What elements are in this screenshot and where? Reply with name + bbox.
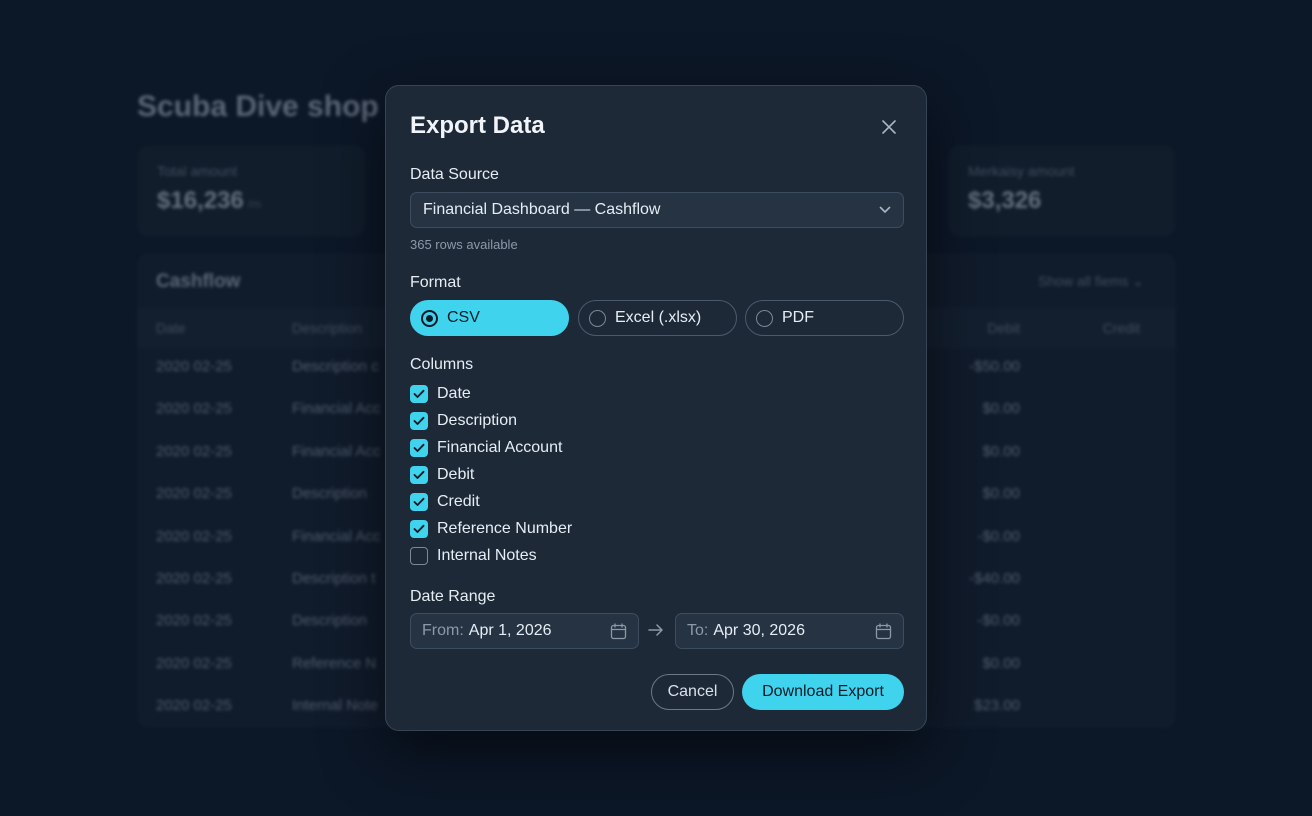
from-date-value: Apr 1, 2026	[468, 622, 552, 639]
header-debit: Debit	[987, 320, 1020, 336]
checkbox-icon	[410, 439, 428, 457]
cell-debit: $0.00	[982, 485, 1020, 503]
cell-debit: -$40.00	[969, 570, 1020, 587]
cell-debit: $0.00	[982, 400, 1020, 418]
stat-label: Merkaisy amount	[968, 163, 1075, 179]
cell-debit: $0.00	[982, 442, 1020, 460]
cell-description: Description	[292, 612, 368, 630]
checkbox-icon	[410, 493, 428, 511]
close-icon	[882, 120, 896, 134]
column-option-label: Description	[437, 412, 518, 429]
cell-debit: -$0.00	[977, 527, 1020, 545]
stat-card-total: Total amount $16,236/m	[137, 145, 365, 237]
column-option-date[interactable]: Date	[410, 384, 471, 404]
cell-description: Reference N	[292, 654, 377, 672]
cell-description: Description	[292, 485, 368, 503]
column-option-label: Date	[437, 385, 471, 402]
column-option-label: Credit	[437, 493, 480, 510]
cell-description: Internal Note	[292, 697, 378, 715]
column-option-label: Financial Account	[437, 439, 563, 456]
data-source-label: Data Source	[410, 166, 499, 183]
column-option-internal-notes[interactable]: Internal Notes	[410, 546, 537, 566]
cell-debit: -$50.00	[969, 358, 1020, 375]
cell-debit: -$0.00	[977, 612, 1020, 630]
column-option-financial-account[interactable]: Financial Account	[410, 438, 562, 458]
to-prefix: To:	[687, 622, 709, 639]
cell-date: 2020 02-25	[156, 654, 232, 672]
dialog-title: Export Data	[410, 112, 545, 139]
calendar-icon	[610, 623, 627, 640]
cell-description: Description c	[292, 358, 379, 375]
arrow-right-icon	[648, 624, 663, 636]
column-option-debit[interactable]: Debit	[410, 465, 474, 485]
radio-icon	[756, 309, 773, 327]
checkbox-icon	[410, 385, 428, 403]
stat-value: $3,326	[968, 187, 1042, 214]
close-button[interactable]	[876, 114, 902, 140]
column-option-description[interactable]: Description	[410, 411, 517, 431]
cell-date: 2020 02-25	[156, 570, 232, 587]
to-date-field[interactable]: To: Apr 30, 2026	[675, 613, 904, 649]
cell-date: 2020 02-25	[156, 358, 232, 375]
format-option-csv[interactable]: CSV	[410, 300, 569, 336]
radio-icon	[589, 309, 606, 327]
format-option-excel[interactable]: Excel (.xlsx)	[578, 300, 737, 336]
export-data-dialog: Export Data Data Source Financial Dashbo…	[385, 85, 927, 731]
cell-description: Financial Acc	[292, 400, 381, 418]
from-date-field[interactable]: From: Apr 1, 2026	[410, 613, 639, 649]
cell-date: 2020 02-25	[156, 697, 232, 715]
cell-description: Financial Acc	[292, 442, 381, 460]
dashboard-title: Scuba Dive shop	[137, 90, 379, 123]
header-description: Description	[292, 320, 363, 336]
header-date: Date	[156, 320, 186, 336]
chevron-down-icon	[879, 206, 891, 213]
format-option-label: CSV	[447, 309, 480, 326]
rows-available-note: 365 rows available	[410, 237, 518, 252]
radio-icon	[421, 309, 438, 327]
column-option-label: Debit	[437, 466, 475, 483]
cell-debit: $0.00	[982, 654, 1020, 672]
format-option-label: Excel (.xlsx)	[615, 309, 702, 326]
column-option-label: Reference Number	[437, 520, 573, 537]
cancel-button[interactable]: Cancel	[651, 674, 734, 710]
stat-value: $16,236/m	[157, 187, 262, 214]
table-title: Cashflow	[156, 271, 241, 292]
cell-description: Description t	[292, 570, 376, 587]
cell-date: 2020 02-25	[156, 485, 232, 503]
date-range-label: Date Range	[410, 588, 496, 605]
checkbox-icon	[410, 520, 428, 538]
calendar-icon	[875, 623, 892, 640]
data-source-select[interactable]: Financial Dashboard — Cashflow	[410, 192, 904, 228]
cell-date: 2020 02-25	[156, 442, 232, 460]
checkbox-icon	[410, 466, 428, 484]
header-credit: Credit	[1102, 320, 1140, 336]
stat-card-merkaisy: Merkaisy amount $3,326	[948, 145, 1176, 237]
columns-label: Columns	[410, 356, 474, 373]
format-label: Format	[410, 274, 461, 291]
cell-date: 2020 02-25	[156, 527, 232, 545]
column-option-credit[interactable]: Credit	[410, 492, 480, 512]
cell-debit: $23.00	[974, 697, 1020, 715]
column-option-reference-number[interactable]: Reference Number	[410, 519, 572, 539]
stat-label: Total amount	[157, 163, 238, 179]
cell-date: 2020 02-25	[156, 400, 232, 418]
checkbox-icon	[410, 412, 428, 430]
to-date-value: Apr 30, 2026	[713, 622, 805, 639]
checkbox-icon	[410, 547, 428, 565]
column-option-label: Internal Notes	[437, 547, 537, 564]
data-source-value: Financial Dashboard — Cashflow	[423, 201, 661, 218]
format-option-pdf[interactable]: PDF	[745, 300, 904, 336]
from-prefix: From:	[422, 622, 464, 639]
format-option-label: PDF	[782, 309, 814, 326]
download-export-button[interactable]: Download Export	[742, 674, 904, 710]
show-all-filter[interactable]: Show all fiems ⌄	[1038, 273, 1144, 290]
cell-date: 2020 02-25	[156, 612, 232, 630]
cell-description: Financial Acc	[292, 527, 381, 545]
